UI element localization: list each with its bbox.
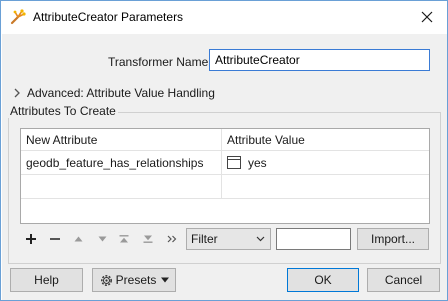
filter-dropdown-value: Filter [191, 232, 218, 246]
text-editor-icon[interactable] [227, 156, 241, 169]
move-to-bottom-icon [143, 235, 153, 243]
transformer-name-input[interactable] [209, 49, 430, 71]
filter-text-input[interactable] [276, 228, 351, 250]
window-title: AttributeCreator Parameters [33, 10, 184, 24]
attributes-table: New Attribute Attribute Value geodb_feat… [20, 128, 430, 224]
dialog-body: Transformer Name: Advanced: Attribute Va… [2, 34, 447, 300]
empty-attribute-value-cell[interactable] [222, 175, 429, 199]
dropdown-triangle-icon [161, 277, 170, 283]
attribute-value-cell[interactable]: yes [222, 151, 429, 175]
add-row-button[interactable] [24, 228, 38, 250]
advanced-section-toggle[interactable]: Advanced: Attribute Value Handling [12, 85, 215, 101]
presets-button[interactable]: Presets [92, 268, 176, 292]
close-button[interactable] [407, 1, 447, 33]
column-header-attribute-value[interactable]: Attribute Value [222, 129, 429, 151]
attribute-name-cell[interactable]: geodb_feature_has_relationships [21, 151, 222, 175]
move-down-button[interactable] [96, 228, 108, 250]
move-top-button[interactable] [118, 228, 130, 250]
double-chevron-right-icon [167, 235, 177, 243]
fme-transformer-icon [10, 9, 26, 25]
remove-row-button[interactable] [48, 228, 62, 250]
advanced-section-label: Advanced: Attribute Value Handling [27, 86, 215, 100]
move-up-button[interactable] [72, 228, 84, 250]
move-to-top-icon [119, 235, 129, 243]
table-toolbar: Filter Import... [20, 228, 432, 250]
title-bar: AttributeCreator Parameters [1, 1, 447, 33]
ok-button[interactable]: OK [287, 268, 359, 292]
dialog-window: AttributeCreator Parameters Transformer … [0, 0, 448, 301]
transformer-name-label: Transformer Name: [108, 55, 212, 69]
gear-icon [100, 274, 112, 286]
filter-dropdown[interactable]: Filter [186, 228, 271, 250]
help-button[interactable]: Help [10, 268, 83, 292]
arrow-down-icon [98, 236, 106, 242]
empty-attribute-name-cell[interactable] [21, 175, 222, 199]
minus-icon [50, 238, 60, 240]
column-header-new-attribute[interactable]: New Attribute [21, 129, 222, 151]
more-options-button[interactable] [166, 228, 178, 250]
presets-label: Presets [115, 273, 157, 287]
close-icon [421, 11, 433, 23]
attribute-value-text: yes [248, 155, 267, 170]
chevron-down-icon [256, 236, 265, 242]
import-button[interactable]: Import... [357, 228, 429, 250]
chevron-right-icon [14, 88, 20, 98]
plus-icon [26, 234, 36, 244]
move-bottom-button[interactable] [142, 228, 154, 250]
attributes-group-label: Attributes To Create [8, 104, 118, 118]
arrow-up-icon [74, 236, 82, 242]
cancel-button[interactable]: Cancel [367, 268, 440, 292]
